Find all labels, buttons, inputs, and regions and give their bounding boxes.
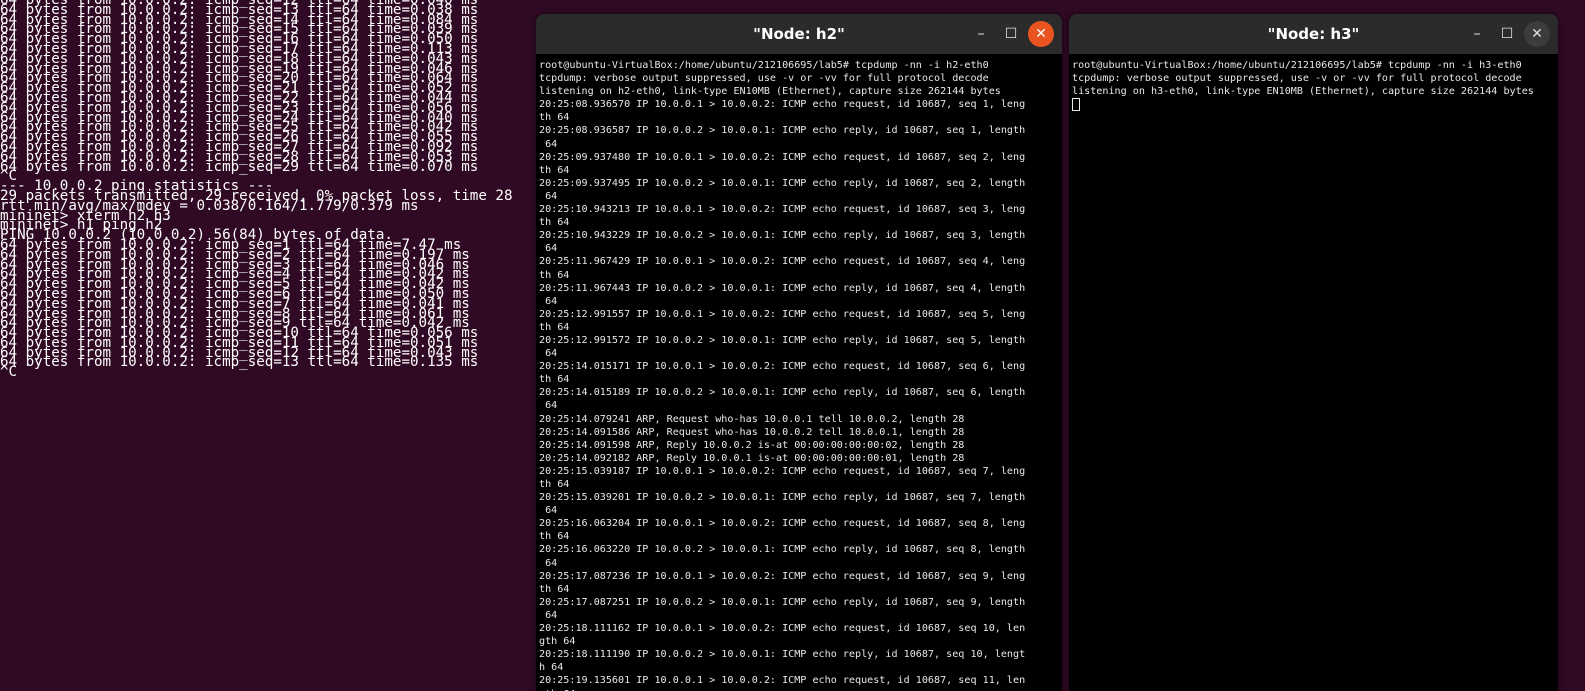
terminal-line: 20:25:08.936587 IP 10.0.0.2 > 10.0.0.1: … [539,125,1026,137]
terminal-line: 64 [539,609,558,621]
terminal-line: 20:25:14.015171 IP 10.0.0.1 > 10.0.0.2: … [539,361,1026,373]
terminal-line: 20:25:14.079241 ARP, Request who-has 10.… [539,413,965,425]
terminal-line: 64 [539,138,558,150]
terminal-line: root@ubuntu-VirtualBox:/home/ubuntu/2121… [539,60,989,71]
close-button[interactable]: ✕ [1028,21,1054,47]
terminal-line: 20:25:16.063220 IP 10.0.0.2 > 10.0.0.1: … [539,544,1026,556]
terminal-line: th 64 [539,164,570,176]
terminal-line: 20:25:09.937480 IP 10.0.0.1 > 10.0.0.2: … [539,151,1026,163]
terminal-line: 20:25:17.087251 IP 10.0.0.2 > 10.0.0.1: … [539,596,1026,608]
terminal-line: gth 64 [539,636,576,648]
terminal-line: th 64 [539,321,570,333]
terminal-line: 64 [539,557,558,569]
terminal-line: listening on h3-eth0, link-type EN10MB (… [1072,86,1534,98]
terminal-line: th 64 [539,583,570,595]
terminal-line: 20:25:17.087236 IP 10.0.0.1 > 10.0.0.2: … [539,570,1026,582]
terminal-line: 20:25:09.937495 IP 10.0.0.2 > 10.0.0.1: … [539,177,1026,189]
terminal-line: h 64 [539,662,564,674]
terminal-line: 20:25:10.943213 IP 10.0.0.1 > 10.0.0.2: … [539,204,1026,216]
terminal-line: th 64 [539,217,570,229]
window-controls: – ☐ ✕ [1464,21,1550,47]
minimize-button[interactable]: – [1464,21,1490,47]
terminal-line: 20:25:14.092182 ARP, Reply 10.0.0.1 is-a… [539,452,965,464]
close-button[interactable]: ✕ [1524,21,1550,47]
terminal-line: 20:25:08.936570 IP 10.0.0.1 > 10.0.0.2: … [539,99,1026,111]
terminal-line [1072,98,1555,113]
terminal-line: 20:25:15.039187 IP 10.0.0.1 > 10.0.0.2: … [539,465,1026,477]
terminal-line: 20:25:14.091598 ARP, Reply 10.0.0.2 is-a… [539,439,965,451]
terminal-line: 20:25:19.135601 IP 10.0.0.1 > 10.0.0.2: … [539,675,1026,687]
terminal-line: 20:25:14.015189 IP 10.0.0.2 > 10.0.0.1: … [539,387,1026,399]
terminal-output: 64 bytes from 10.0.0.2: icmp_seq=12 ttl=… [0,0,540,382]
minimize-button[interactable]: – [968,21,994,47]
terminal-line: 64 [539,400,558,412]
window-controls: – ☐ ✕ [968,21,1054,47]
main-terminal[interactable]: 64 bytes from 10.0.0.2: icmp_seq=12 ttl=… [0,0,540,691]
terminal-line: 20:25:18.111162 IP 10.0.0.1 > 10.0.0.2: … [539,623,1026,635]
terminal-line: 64 [539,295,558,307]
cursor-block [1072,98,1080,112]
terminal-line: 20:25:10.943229 IP 10.0.0.2 > 10.0.0.1: … [539,230,1026,242]
terminal-line: 20:25:11.967429 IP 10.0.0.1 > 10.0.0.2: … [539,256,1026,268]
terminal-line: th 64 [539,112,570,124]
terminal-line: 20:25:11.967443 IP 10.0.0.2 > 10.0.0.1: … [539,282,1026,294]
terminal-line: th 64 [539,374,570,386]
terminal-line: th 64 [539,531,570,543]
terminal-line: th 64 [539,479,570,490]
terminal-line: 64 bytes from 10.0.0.2: icmp_seq=13 ttl=… [0,354,479,371]
maximize-button[interactable]: ☐ [1494,21,1520,47]
terminal-line: 64 [539,243,558,255]
terminal-line: 20:25:12.991572 IP 10.0.0.2 > 10.0.0.1: … [539,334,1026,346]
terminal-line: gth 64 [539,688,1059,691]
terminal-line: root@ubuntu-VirtualBox:/home/ubuntu/2121… [1072,60,1522,71]
xterm-window-h2[interactable]: "Node: h2" – ☐ ✕ root@ubuntu-VirtualBox:… [536,14,1062,691]
terminal-line: 64 bytes from 10.0.0.2: icmp_seq=29 ttl=… [0,158,479,175]
terminal-line: 20:25:14.091586 ARP, Request who-has 10.… [539,426,965,438]
terminal-line: 64 [539,190,558,202]
terminal-line: 20:25:18.111190 IP 10.0.0.2 > 10.0.0.1: … [539,649,1026,661]
terminal-line: 20:25:12.991557 IP 10.0.0.1 > 10.0.0.2: … [539,308,1026,320]
terminal-line: 64 [539,505,558,517]
terminal-line: listening on h2-eth0, link-type EN10MB (… [539,86,1001,98]
terminal-line: 64 [539,348,558,360]
xterm-window-h3[interactable]: "Node: h3" – ☐ ✕ root@ubuntu-VirtualBox:… [1069,14,1558,691]
terminal-line: tcpdump: verbose output suppressed, use … [539,73,989,85]
maximize-button[interactable]: ☐ [998,21,1024,47]
terminal-line: 20:25:15.039201 IP 10.0.0.2 > 10.0.0.1: … [539,492,1026,504]
xterm-output[interactable]: root@ubuntu-VirtualBox:/home/ubuntu/2121… [536,54,1062,691]
xterm-output[interactable]: root@ubuntu-VirtualBox:/home/ubuntu/2121… [1069,54,1558,118]
titlebar[interactable]: "Node: h2" – ☐ ✕ [536,14,1062,54]
terminal-line: 20:25:16.063204 IP 10.0.0.1 > 10.0.0.2: … [539,518,1026,530]
terminal-line: th 64 [539,269,570,281]
terminal-line: tcpdump: verbose output suppressed, use … [1072,73,1522,85]
titlebar[interactable]: "Node: h3" – ☐ ✕ [1069,14,1558,54]
